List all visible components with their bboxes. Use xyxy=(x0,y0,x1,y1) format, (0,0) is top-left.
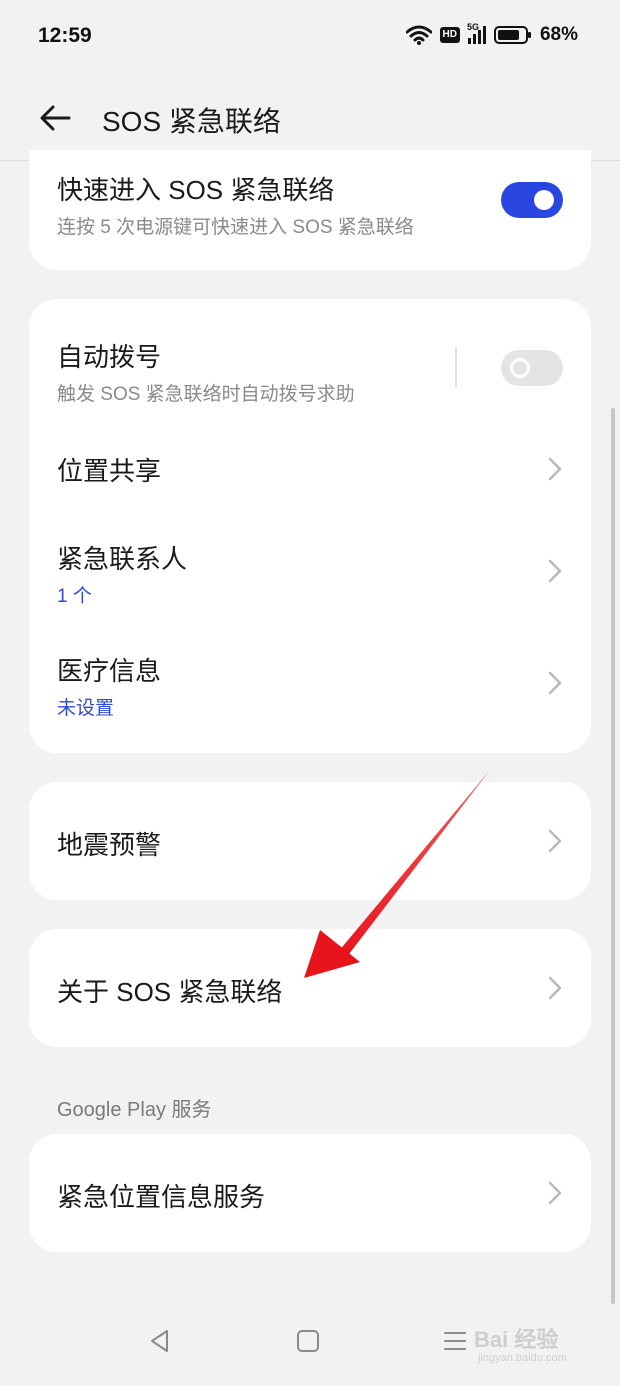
chevron-right-icon xyxy=(548,559,562,583)
battery-percent: 68% xyxy=(539,24,578,45)
emergency-contacts-title: 紧急联系人 xyxy=(57,544,188,574)
auto-dial-toggle[interactable] xyxy=(501,350,563,386)
earthquake-alert-row[interactable]: 地震预警 xyxy=(29,782,591,900)
about-sos-title: 关于 SOS 紧急联络 xyxy=(57,977,283,1007)
chevron-right-icon xyxy=(548,1181,562,1205)
status-icons: HD 5G 68% xyxy=(405,22,578,46)
signal-icon: 5G xyxy=(467,22,486,44)
emergency-contacts-count: 1 个 xyxy=(57,586,92,607)
baidu-watermark: Bai 经验 xyxy=(474,1327,559,1352)
quick-entry-subtitle: 连按 5 次电源键可快速进入 SOS 紧急联络 xyxy=(57,217,414,238)
toggle-divider xyxy=(455,347,457,387)
medical-info-status: 未设置 xyxy=(57,698,115,719)
page-title: SOS 紧急联络 xyxy=(102,106,281,137)
nav-home-icon[interactable] xyxy=(293,1326,323,1356)
wifi-icon xyxy=(405,25,432,45)
quick-entry-title: 快速进入 SOS 紧急联络 xyxy=(57,175,335,205)
medical-info-title: 医疗信息 xyxy=(57,656,162,686)
emergency-contacts-row[interactable]: 紧急联系人 1 个 xyxy=(29,521,591,631)
scrollbar[interactable] xyxy=(611,408,615,1304)
earthquake-alert-title: 地震预警 xyxy=(57,830,162,860)
nav-back-icon[interactable] xyxy=(145,1326,175,1356)
about-card: 关于 SOS 紧急联络 xyxy=(29,929,591,1047)
google-services-card: 紧急位置信息服务 xyxy=(29,1134,591,1252)
hd-badge: HD xyxy=(439,27,460,43)
chevron-right-icon xyxy=(548,829,562,853)
google-play-section-label: Google Play 服务 xyxy=(57,1099,212,1121)
quick-entry-toggle[interactable] xyxy=(501,182,563,218)
back-arrow-icon[interactable] xyxy=(36,98,76,138)
network-type: 5G xyxy=(466,22,479,32)
auto-dial-subtitle: 触发 SOS 紧急联络时自动拨号求助 xyxy=(57,384,355,405)
auto-dial-row[interactable]: 自动拨号 触发 SOS 紧急联络时自动拨号求助 xyxy=(29,299,591,415)
location-sharing-title: 位置共享 xyxy=(57,456,162,486)
earthquake-card: 地震预警 xyxy=(29,782,591,900)
quick-entry-card: 快速进入 SOS 紧急联络 连按 5 次电源键可快速进入 SOS 紧急联络 xyxy=(29,150,591,270)
chevron-right-icon xyxy=(548,976,562,1000)
baidu-watermark-url: jingyan.baidu.com xyxy=(478,1352,567,1364)
auto-dial-title: 自动拨号 xyxy=(57,342,162,372)
battery-icon xyxy=(493,26,531,44)
location-sharing-row[interactable]: 位置共享 xyxy=(29,419,591,519)
chevron-right-icon xyxy=(548,671,562,695)
app-bar: SOS 紧急联络 xyxy=(0,78,620,161)
quick-entry-row[interactable]: 快速进入 SOS 紧急联络 连按 5 次电源键可快速进入 SOS 紧急联络 xyxy=(29,150,591,270)
nav-recents-icon[interactable] xyxy=(440,1326,470,1356)
emergency-location-title: 紧急位置信息服务 xyxy=(57,1182,266,1212)
status-time: 12:59 xyxy=(38,24,92,47)
emergency-location-row[interactable]: 紧急位置信息服务 xyxy=(29,1134,591,1252)
chevron-right-icon xyxy=(548,457,562,481)
status-bar: 12:59 HD 5G 68% xyxy=(0,0,620,76)
sos-settings-card: 自动拨号 触发 SOS 紧急联络时自动拨号求助 位置共享 紧急联系人 1 个 医… xyxy=(29,299,591,753)
about-sos-row[interactable]: 关于 SOS 紧急联络 xyxy=(29,929,591,1047)
medical-info-row[interactable]: 医疗信息 未设置 xyxy=(29,633,591,743)
toggle-knob xyxy=(534,190,554,210)
toggle-knob xyxy=(510,358,530,378)
